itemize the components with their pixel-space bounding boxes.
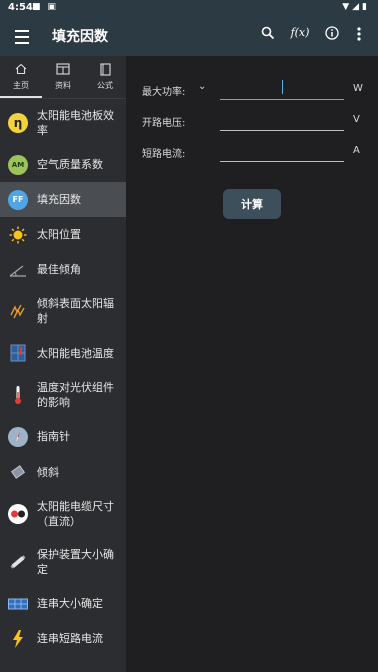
book-icon bbox=[84, 63, 126, 77]
tilt-icon bbox=[8, 462, 28, 482]
nav-label: 保护装置大小确定 bbox=[37, 548, 114, 576]
calculate-button[interactable]: 计算 bbox=[223, 189, 281, 219]
nav-label: 填充因数 bbox=[37, 193, 81, 206]
home-icon bbox=[0, 63, 42, 77]
info-icon[interactable] bbox=[321, 26, 343, 48]
short-current-input[interactable] bbox=[220, 139, 344, 162]
fill-factor-form: 最大功率: ⌄ W 开路电压: V 短路电流: A 计算 bbox=[126, 56, 378, 672]
tab-resources-label: 资料 bbox=[55, 81, 71, 90]
nav-label: 倾斜表面太阳辐射 bbox=[37, 297, 114, 325]
tab-formulas[interactable]: 公式 bbox=[84, 56, 126, 98]
nav-item-fill-factor[interactable]: FF 填充因数 bbox=[0, 182, 126, 217]
more-options-icon[interactable] bbox=[348, 26, 370, 48]
status-time: 4:54 bbox=[8, 2, 33, 13]
panel-temp-icon bbox=[8, 343, 28, 363]
menu-icon[interactable] bbox=[12, 26, 32, 46]
nav-label: 指南针 bbox=[37, 430, 70, 443]
open-voltage-label: 开路电压: bbox=[142, 118, 186, 129]
eta-icon: η bbox=[8, 113, 28, 133]
tab-resources[interactable]: 资料 bbox=[42, 56, 84, 98]
max-power-label: 最大功率: bbox=[142, 87, 186, 98]
nav-item-panel-efficiency[interactable]: η 太阳能电池板效率 bbox=[0, 99, 126, 147]
radiation-icon bbox=[8, 301, 28, 321]
lightning-icon bbox=[8, 629, 28, 649]
nav-label: 空气质量系数 bbox=[37, 158, 103, 171]
open-voltage-input[interactable] bbox=[220, 108, 344, 131]
fill-factor-icon: FF bbox=[8, 189, 28, 210]
nav-item-cable-size[interactable]: 太阳能电缆尺寸（直流） bbox=[0, 490, 126, 538]
fuse-icon bbox=[8, 552, 28, 572]
text-cursor bbox=[282, 80, 283, 94]
status-bar: 4:54 ■ ▣ ▼◢▮ bbox=[0, 0, 378, 16]
nav-item-protection-sizing[interactable]: 保护装置大小确定 bbox=[0, 538, 126, 586]
app-bar: 填充因数 f(x) bbox=[0, 16, 378, 56]
nav-item-temperature-effect[interactable]: 温度对光伏组件的影响 bbox=[0, 371, 126, 419]
nav-label: 太阳能电池温度 bbox=[37, 346, 114, 360]
nav-item-string-sizing[interactable]: 连串大小确定 bbox=[0, 586, 126, 621]
nav-item-air-mass[interactable]: AM 空气质量系数 bbox=[0, 147, 126, 182]
search-icon[interactable] bbox=[257, 26, 279, 48]
max-power-unit: W bbox=[353, 83, 363, 94]
thermometer-icon bbox=[8, 385, 28, 405]
nav-item-tilt[interactable]: 倾斜 bbox=[0, 454, 126, 490]
nav-item-optimal-tilt[interactable]: 最佳倾角 bbox=[0, 252, 126, 287]
sidebar: 主页 资料 公式 η 太阳能电池板效率 AM 空气质量系数 FF 填充因数 太阳… bbox=[0, 56, 126, 672]
system-icons: ▼◢▮ bbox=[342, 2, 370, 12]
open-voltage-row: 开路电压: V bbox=[126, 108, 378, 134]
tab-home-label: 主页 bbox=[13, 81, 29, 90]
page-title: 填充因数 bbox=[52, 29, 108, 45]
nav-label: 连串大小确定 bbox=[37, 597, 103, 610]
short-current-unit: A bbox=[353, 145, 360, 156]
sun-icon bbox=[8, 225, 28, 245]
chevron-down-icon[interactable]: ⌄ bbox=[198, 81, 206, 92]
nav-label: 温度对光伏组件的影响 bbox=[37, 381, 114, 409]
nav-item-cell-temperature[interactable]: 太阳能电池温度 bbox=[0, 335, 126, 371]
string-icon bbox=[8, 594, 28, 614]
nav-item-sun-position[interactable]: 太阳位置 bbox=[0, 217, 126, 252]
short-current-row: 短路电流: A bbox=[126, 139, 378, 165]
nav-label: 最佳倾角 bbox=[37, 263, 81, 276]
tab-home[interactable]: 主页 bbox=[0, 56, 42, 98]
nav-label: 倾斜 bbox=[37, 465, 59, 479]
nav-label: 连串短路电流 bbox=[37, 632, 103, 645]
angle-icon bbox=[8, 260, 28, 280]
notification-icons: ■ ▣ bbox=[32, 2, 58, 12]
nav-item-tilted-radiation[interactable]: 倾斜表面太阳辐射 bbox=[0, 287, 126, 335]
tab-formulas-label: 公式 bbox=[97, 81, 113, 90]
nav-label: 太阳能电池板效率 bbox=[37, 109, 114, 137]
open-voltage-unit: V bbox=[353, 114, 360, 125]
cable-icon bbox=[8, 504, 28, 524]
formula-icon[interactable]: f(x) bbox=[289, 26, 311, 48]
short-current-label: 短路电流: bbox=[142, 149, 186, 160]
table-icon bbox=[42, 63, 84, 77]
compass-icon bbox=[8, 426, 28, 447]
max-power-row: 最大功率: ⌄ W bbox=[126, 77, 378, 103]
nav-label: 太阳能电缆尺寸（直流） bbox=[37, 500, 114, 528]
air-mass-icon: AM bbox=[8, 154, 28, 175]
nav-item-compass[interactable]: 指南针 bbox=[0, 419, 126, 454]
nav-label: 太阳位置 bbox=[37, 228, 81, 241]
tab-bar: 主页 资料 公式 bbox=[0, 56, 126, 99]
nav-item-string-short-circuit[interactable]: 连串短路电流 bbox=[0, 621, 126, 656]
